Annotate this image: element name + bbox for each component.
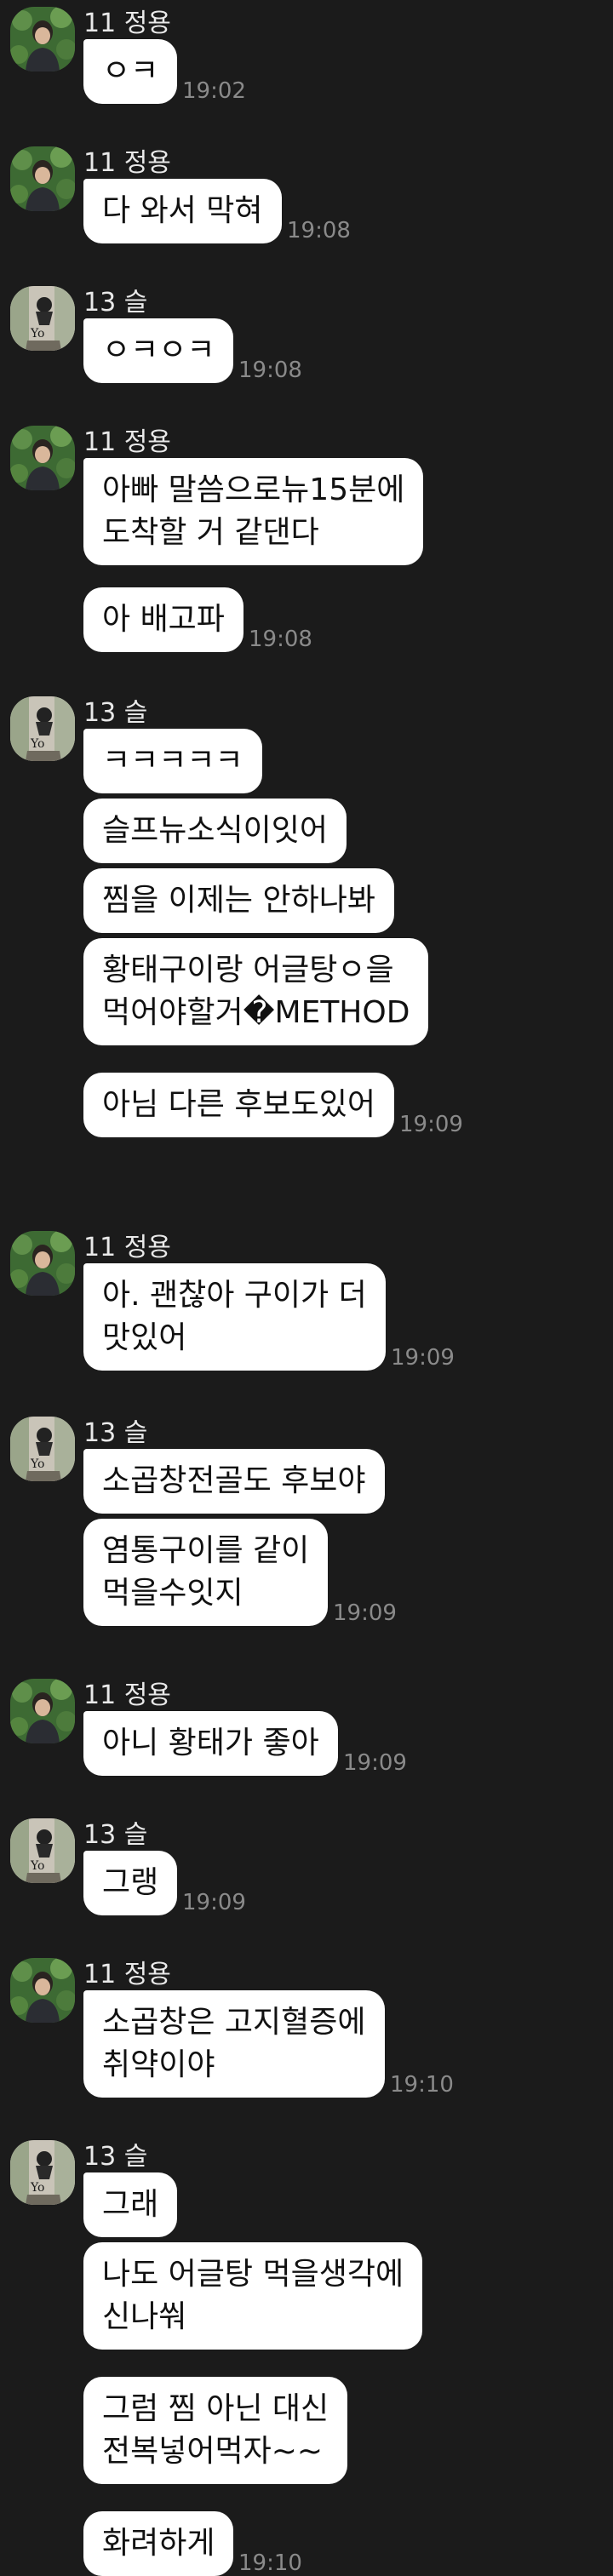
message-bubble[interactable]: 화려하게 (83, 2511, 234, 2576)
message-bubble[interactable]: 아님 다른 후보도있어 (83, 1073, 394, 1137)
message-bubble[interactable]: 그래 (83, 2172, 178, 2237)
avatar-seul-icon[interactable] (10, 286, 75, 351)
message-bubble[interactable]: 황태구이랑 어글탕ㅇ을 먹어야할거�METHOD (83, 938, 429, 1045)
sender-name: 11 정용 (83, 148, 171, 178)
message-bubble[interactable]: ㅇㅋㅇㅋ (83, 318, 234, 383)
sender-name: 11 정용 (83, 1233, 171, 1262)
message-row: 아님 다른 후보도있어 19:09 (83, 1073, 463, 1137)
sender-name: 13 슬 (83, 2142, 148, 2172)
message-bubble[interactable]: 찜을 이제는 안하나봐 (83, 868, 394, 933)
avatar-seul-icon[interactable] (10, 696, 75, 761)
message-bubble[interactable]: 소곱창은 고지혈증에 취약이야 (83, 1990, 385, 2098)
message-row: 찜을 이제는 안하나봐 (83, 868, 394, 933)
message-row: 그럼 찜 아닌 대신 전복넣어먹자~~ (83, 2377, 348, 2484)
message-row: 아. 괜찮아 구이가 더 맛있어 19:09 (83, 1263, 455, 1371)
message-timestamp: 19:08 (287, 218, 351, 243)
message-row: 염통구이를 같이 먹을수잇지 19:09 (83, 1519, 397, 1626)
sender-name: 13 슬 (83, 288, 148, 318)
message-bubble[interactable]: 아. 괜찮아 구이가 더 맛있어 (83, 1263, 386, 1371)
message-bubble[interactable]: 슬프뉴소식이잇어 (83, 799, 347, 863)
message-bubble[interactable]: 아빠 말씀으로뉴15분에 도착할 거 같댄다 (83, 458, 424, 565)
message-bubble[interactable]: 그랭 (83, 1851, 178, 1915)
message-row: 슬프뉴소식이잇어 (83, 799, 347, 863)
message-row: 화려하게 19:10 (83, 2511, 302, 2576)
message-bubble[interactable]: 염통구이를 같이 먹을수잇지 (83, 1519, 329, 1626)
message-row: 아 배고파 19:08 (83, 587, 312, 652)
message-row: 그랭 19:09 (83, 1851, 246, 1915)
message-row: 다 와서 막혀 19:08 (83, 179, 351, 243)
message-bubble[interactable]: 소곱창전골도 후보야 (83, 1449, 385, 1514)
message-bubble[interactable]: 다 와서 막혀 (83, 179, 282, 243)
message-timestamp: 19:09 (333, 1600, 397, 1626)
message-timestamp: 19:10 (238, 2550, 302, 2576)
message-timestamp: 19:09 (399, 1112, 463, 1137)
message-row: 소곱창은 고지혈증에 취약이야 19:10 (83, 1990, 454, 2098)
message-row: ㅇㅋ 19:02 (83, 39, 246, 104)
message-row: ㅇㅋㅇㅋ 19:08 (83, 318, 302, 383)
avatar-jungyong-icon[interactable] (10, 1231, 75, 1296)
message-row: ㅋㅋㅋㅋㅋ (83, 729, 262, 793)
avatar-seul-icon[interactable] (10, 2140, 75, 2205)
message-bubble[interactable]: ㅋㅋㅋㅋㅋ (83, 729, 262, 793)
sender-name: 13 슬 (83, 698, 148, 728)
sender-name: 13 슬 (83, 1820, 148, 1850)
message-timestamp: 19:08 (249, 627, 312, 652)
avatar-jungyong-icon[interactable] (10, 7, 75, 72)
message-timestamp: 19:09 (182, 1890, 246, 1915)
message-bubble[interactable]: 아니 황태가 좋아 (83, 1711, 338, 1776)
avatar-jungyong-icon[interactable] (10, 1958, 75, 2023)
message-row: 소곱창전골도 후보야 (83, 1449, 385, 1514)
message-timestamp: 19:10 (390, 2072, 454, 2098)
avatar-jungyong-icon[interactable] (10, 1679, 75, 1743)
message-bubble[interactable]: 그럼 찜 아닌 대신 전복넣어먹자~~ (83, 2377, 348, 2484)
message-row: 그래 (83, 2172, 178, 2237)
message-row: 황태구이랑 어글탕ㅇ을 먹어야할거�METHOD (83, 938, 429, 1045)
message-bubble[interactable]: ㅇㅋ (83, 39, 178, 104)
avatar-jungyong-icon[interactable] (10, 146, 75, 211)
sender-name: 11 정용 (83, 9, 171, 38)
message-timestamp: 19:02 (182, 78, 246, 104)
message-timestamp: 19:08 (238, 358, 302, 383)
message-row: 나도 어글탕 먹을생각에 신나쒀 (83, 2242, 423, 2350)
message-row: 아니 황태가 좋아 19:09 (83, 1711, 407, 1776)
message-bubble[interactable]: 아 배고파 (83, 587, 243, 652)
chat-log: 11 정용 ㅇㅋ 19:02 11 정용 다 와서 막혀 19:08 13 슬 ㅇㅋㅇㅋ 19:… (0, 0, 613, 2576)
message-bubble[interactable]: 나도 어글탕 먹을생각에 신나쒀 (83, 2242, 423, 2350)
sender-name: 11 정용 (83, 1680, 171, 1710)
avatar-seul-icon[interactable] (10, 1818, 75, 1883)
message-row: 아빠 말씀으로뉴15분에 도착할 거 같댄다 (83, 458, 424, 565)
message-timestamp: 19:09 (391, 1345, 455, 1371)
sender-name: 13 슬 (83, 1418, 148, 1448)
sender-name: 11 정용 (83, 1960, 171, 1989)
avatar-seul-icon[interactable] (10, 1417, 75, 1481)
message-timestamp: 19:09 (343, 1750, 407, 1776)
sender-name: 11 정용 (83, 427, 171, 457)
avatar-jungyong-icon[interactable] (10, 426, 75, 490)
